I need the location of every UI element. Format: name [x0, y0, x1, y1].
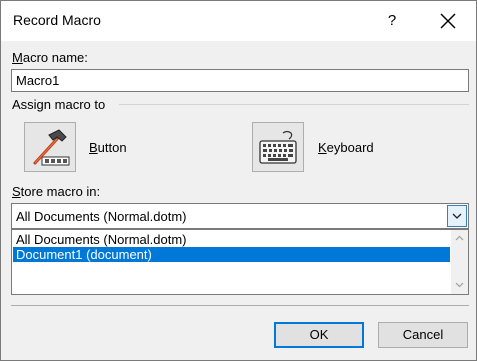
button-label-text: utton [97, 140, 127, 155]
assign-button-label[interactable]: Button [89, 140, 127, 155]
scroll-down-button[interactable] [451, 277, 468, 294]
macro-name-label: Macro name: [12, 50, 88, 65]
assign-macro-heading: Assign macro to [12, 97, 106, 112]
assign-section-divider [119, 104, 469, 105]
assign-to-button-button[interactable] [24, 122, 76, 172]
description-divider [11, 305, 469, 306]
hammer-toolbar-icon [33, 129, 70, 166]
options-scrollbar[interactable] [451, 230, 468, 294]
macro-name-input[interactable] [11, 69, 469, 92]
title-bar: Record Macro ? [1, 1, 476, 41]
store-options-list: All Documents (Normal.dotm) Document1 (d… [11, 229, 469, 295]
button-mnemonic: B [89, 140, 98, 155]
macro-name-mnemonic: M [12, 50, 23, 65]
keyboard-mnemonic: K [318, 140, 327, 155]
help-icon: ? [387, 12, 397, 29]
assign-to-keyboard-button[interactable] [252, 122, 304, 172]
scroll-down-icon [455, 282, 464, 288]
scroll-up-button[interactable] [451, 230, 468, 247]
keyboard-label-text: eyboard [326, 140, 374, 155]
assign-keyboard-label[interactable]: Keyboard [318, 140, 374, 155]
ok-button[interactable]: OK [274, 322, 364, 348]
store-mnemonic: S [12, 184, 21, 199]
record-macro-dialog: Record Macro ? Macro name: Assign macro … [0, 0, 477, 361]
chevron-down-icon [452, 213, 462, 219]
store-label-text: tore macro in: [20, 184, 101, 199]
store-selected-value: All Documents (Normal.dotm) [16, 209, 187, 224]
store-macro-select[interactable]: All Documents (Normal.dotm) [11, 203, 469, 229]
store-dropdown-toggle[interactable] [447, 205, 467, 227]
store-option-all-documents[interactable]: All Documents (Normal.dotm) [13, 232, 450, 247]
keyboard-icon [259, 130, 297, 164]
dialog-title: Record Macro [13, 12, 101, 28]
help-button[interactable]: ? [377, 7, 407, 35]
close-button[interactable] [433, 7, 463, 35]
cancel-button[interactable]: Cancel [378, 322, 468, 348]
macro-name-label-text: acro name: [22, 50, 88, 65]
store-macro-label: Store macro in: [12, 184, 100, 199]
close-icon [440, 13, 456, 29]
scroll-up-icon [455, 235, 464, 241]
store-option-document1[interactable]: Document1 (document) [13, 247, 450, 262]
